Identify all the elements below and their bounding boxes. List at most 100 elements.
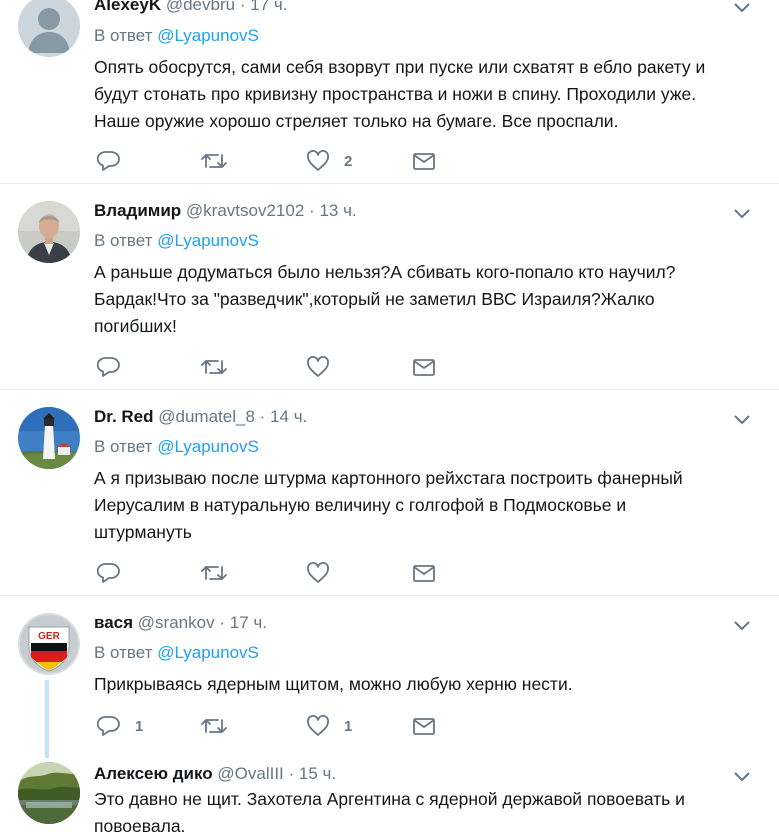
tweet-text: Опять обосрутся, сами себя взорвут при п… <box>94 54 754 135</box>
avatar[interactable] <box>18 201 80 263</box>
tweet[interactable]: AlexeyK @devbru · 17 ч. В ответ @Lyapuno… <box>0 0 779 183</box>
tweet[interactable]: Владимир @kravtsov2102 · 13 ч. В ответ @… <box>0 184 779 389</box>
tweet-text-line: будут стонать про кривизну пространства … <box>94 84 697 104</box>
timestamp[interactable]: 14 ч. <box>270 407 307 426</box>
tweet-text-line: повоевала. <box>94 816 186 836</box>
user-handle[interactable]: @kravtsov2102 <box>186 201 304 220</box>
user-handle[interactable]: @OvalIII <box>217 764 283 783</box>
reply-mention-link[interactable]: @LyapunovS <box>157 231 259 250</box>
retweet-button[interactable] <box>201 713 241 739</box>
direct-message-button[interactable] <box>412 148 436 174</box>
reply-mention-link[interactable]: @LyapunovS <box>157 437 259 456</box>
retweet-button[interactable] <box>201 148 241 174</box>
lighthouse-photo-avatar-icon <box>18 407 80 469</box>
separator-dot: · <box>219 613 225 632</box>
tweet-header: AlexeyK @devbru · 17 ч. <box>94 0 287 16</box>
chevron-down-icon[interactable] <box>731 765 753 787</box>
envelope-icon <box>413 359 435 376</box>
reply-button[interactable] <box>97 560 135 586</box>
reply-context: В ответ @LyapunovS <box>94 25 259 47</box>
reply-icon <box>97 151 120 171</box>
reply-context: В ответ @LyapunovS <box>94 230 259 252</box>
reply-context: В ответ @LyapunovS <box>94 642 259 664</box>
display-name[interactable]: вася <box>94 613 133 632</box>
user-handle[interactable]: @devbru <box>166 0 235 14</box>
like-button[interactable]: 1 <box>306 713 352 739</box>
tweet-text: А я призываю после штурма картонного рей… <box>94 465 754 546</box>
display-name[interactable]: AlexeyK <box>94 0 161 14</box>
retweet-icon <box>201 719 227 733</box>
retweet-icon <box>201 154 227 168</box>
separator-dot: · <box>239 0 246 14</box>
chevron-down-icon[interactable] <box>731 408 753 430</box>
retweet-icon <box>201 566 227 580</box>
tweet-text-line: Опять обосрутся, сами себя взорвут при п… <box>94 57 706 77</box>
tweet-text-line: Прикрываясь ядерным щитом, можно любую х… <box>94 674 573 694</box>
display-name[interactable]: Dr. Red <box>94 407 154 426</box>
reply-icon <box>97 716 120 736</box>
direct-message-button[interactable] <box>412 354 436 380</box>
man-photo-avatar-icon <box>18 201 80 263</box>
heart-icon <box>307 562 329 583</box>
envelope-icon <box>413 565 435 582</box>
separator-dot: · <box>288 764 295 783</box>
like-button[interactable] <box>306 560 344 586</box>
tweet-text-line: Это давно не щит. Захотела Аргентина с я… <box>94 789 685 809</box>
separator-dot: · <box>309 201 315 220</box>
like-button[interactable] <box>306 354 344 380</box>
tweet-text-line: Наше оружие хорошо стреляет только на бу… <box>94 111 619 131</box>
like-button[interactable]: 2 <box>306 148 352 174</box>
avatar[interactable]: GER <box>18 613 80 675</box>
avatar[interactable] <box>18 0 80 57</box>
tweet-header: Алексею дико @OvalIII · 15 ч. <box>94 763 336 785</box>
timestamp[interactable]: 17 ч. <box>250 0 287 14</box>
user-handle[interactable]: @dumatel_8 <box>158 407 255 426</box>
reply-mention-link[interactable]: @LyapunovS <box>157 26 259 45</box>
display-name[interactable]: Алексею дико <box>94 764 213 783</box>
tweet[interactable]: Алексею дико @OvalIII · 15 ч. Это давно … <box>0 756 779 837</box>
envelope-icon <box>413 718 435 735</box>
retweet-button[interactable] <box>201 560 241 586</box>
display-name[interactable]: Владимир <box>94 201 181 220</box>
timestamp[interactable]: 13 ч. <box>319 201 356 220</box>
heart-icon <box>307 715 329 736</box>
retweet-icon <box>201 360 227 374</box>
direct-message-button[interactable] <box>412 560 436 586</box>
envelope-icon <box>413 153 435 170</box>
heart-icon <box>307 150 329 171</box>
tweet-text: Прикрываясь ядерным щитом, можно любую х… <box>94 671 754 698</box>
tweet-text-line: Иерусалим в натуральную величину с голго… <box>94 495 627 515</box>
separator-dot: · <box>259 407 266 426</box>
landscape-photo-avatar-icon <box>18 762 80 824</box>
retweet-button[interactable] <box>201 354 241 380</box>
tweet-text-line: Бардак!Что за "разведчик",который не зам… <box>94 289 655 309</box>
direct-message-button[interactable] <box>412 713 436 739</box>
tweet-text-line: штурмануть <box>94 522 192 542</box>
user-handle[interactable]: @srankov <box>138 613 215 632</box>
avatar[interactable] <box>18 407 80 469</box>
tweet-header: вася @srankov · 17 ч. <box>94 612 267 634</box>
reply-mention-link[interactable]: @LyapunovS <box>157 643 259 662</box>
avatar[interactable] <box>18 762 80 824</box>
reply-context: В ответ @LyapunovS <box>94 436 259 458</box>
chevron-down-icon[interactable] <box>731 202 753 224</box>
reply-button[interactable]: 1 <box>97 713 143 739</box>
heart-icon <box>307 356 329 377</box>
reply-label: В ответ <box>94 26 153 45</box>
ger-badge-avatar-icon: GER <box>18 613 80 675</box>
reply-button[interactable] <box>97 148 135 174</box>
reply-button[interactable] <box>97 354 135 380</box>
tweet-text-line: А раньше додуматься было нельзя?А сбиват… <box>94 262 676 282</box>
timestamp[interactable]: 15 ч. <box>299 764 336 783</box>
tweet-header: Dr. Red @dumatel_8 · 14 ч. <box>94 406 307 428</box>
default-avatar-icon <box>18 0 80 57</box>
timestamp[interactable]: 17 ч. <box>230 613 267 632</box>
chevron-down-icon[interactable] <box>731 614 753 636</box>
tweet-text-line: погибших! <box>94 316 177 336</box>
tweet[interactable]: GER вася @srankov · 17 ч. В ответ @Lyapu… <box>0 596 779 756</box>
reply-icon <box>97 563 120 583</box>
tweet[interactable]: Dr. Red @dumatel_8 · 14 ч. В ответ @Lyap… <box>0 390 779 595</box>
reply-label: В ответ <box>94 231 153 250</box>
chevron-down-icon[interactable] <box>731 0 753 18</box>
like-count: 2 <box>344 152 353 170</box>
